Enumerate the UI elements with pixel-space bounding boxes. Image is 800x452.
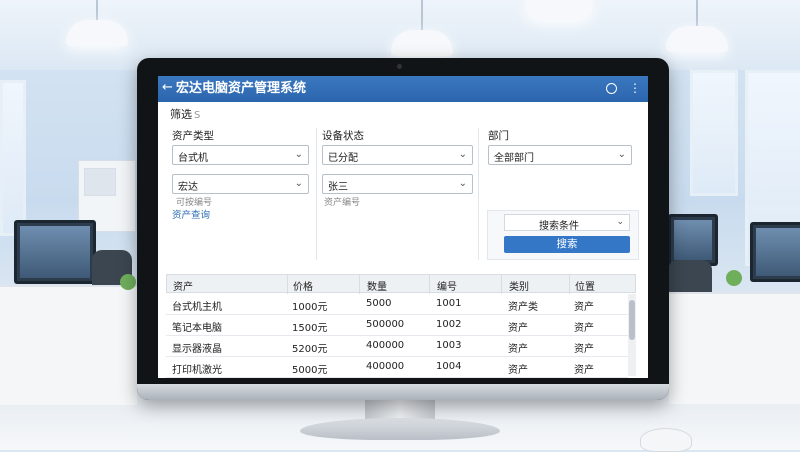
window <box>0 80 26 236</box>
app-screen: ← 宏达电脑资产管理系统 ⋮ 筛选 S 资产类型 台式机 ⌄ 宏达 ⌄ 可按编号 … <box>158 76 648 378</box>
table-cell: 资产 <box>574 365 594 376</box>
refresh-circle-icon[interactable] <box>606 83 617 94</box>
more-menu-icon[interactable]: ⋮ <box>629 81 641 95</box>
chevron-down-icon: ⌄ <box>294 178 303 189</box>
ceiling-lamp <box>524 0 594 20</box>
table-cell: 1003 <box>436 340 462 351</box>
search-criteria-select[interactable]: 搜索条件 ⌄ <box>504 214 630 232</box>
table-cell: 资产 <box>574 302 594 313</box>
table-cell: 资产 <box>574 344 594 355</box>
table-cell: 资产 <box>508 344 528 355</box>
background-monitor <box>14 220 96 284</box>
column-header[interactable]: 类别 <box>509 278 529 293</box>
field-label-asset-type: 资产类型 <box>172 130 214 142</box>
table-cell: 资产 <box>508 323 528 334</box>
column-header[interactable]: 价格 <box>293 278 313 293</box>
field-label-status: 设备状态 <box>322 130 364 142</box>
background-monitor <box>668 214 718 266</box>
ceiling-lamp <box>66 20 128 46</box>
scrollbar-thumb[interactable] <box>629 300 635 340</box>
lamp-wire <box>421 0 423 30</box>
status-value: 已分配 <box>328 153 358 164</box>
chevron-down-icon: ⌄ <box>617 149 626 160</box>
field-label-department: 部门 <box>488 130 509 142</box>
table-row[interactable]: 笔记本电脑 1500元 500000 1002 资产 资产 <box>166 315 628 336</box>
potted-plant <box>120 274 136 290</box>
search-button[interactable]: 搜索 <box>504 236 630 253</box>
column-separator <box>429 275 430 294</box>
filter-heading: 筛选 S <box>170 106 200 122</box>
filter-title: 筛选 <box>170 108 192 121</box>
asset-type-value: 台式机 <box>178 153 208 164</box>
ceiling-lamp <box>666 26 728 52</box>
table-cell: 5000 <box>366 298 392 309</box>
department-value: 全部部门 <box>494 153 534 164</box>
column-separator <box>287 275 288 294</box>
table-header: 资产 价格 数量 编号 类别 位置 <box>166 274 636 294</box>
table-cell: 资产 <box>574 323 594 334</box>
table-cell: 400000 <box>366 361 405 372</box>
ceiling-lamp <box>391 30 453 56</box>
table-cell: 1004 <box>436 361 462 372</box>
column-header[interactable]: 数量 <box>367 278 387 293</box>
brand-select[interactable]: 宏达 ⌄ <box>172 174 309 194</box>
search-criteria-value: 搜索条件 <box>539 221 579 232</box>
department-select[interactable]: 全部部门 ⌄ <box>488 145 632 165</box>
column-header[interactable]: 资产 <box>173 278 193 293</box>
user-value: 张三 <box>328 182 348 193</box>
column-separator <box>569 275 570 294</box>
filter-subtitle: S <box>194 110 201 121</box>
lamp-wire <box>696 0 698 26</box>
brand-value: 宏达 <box>178 182 198 193</box>
chevron-down-icon: ⌄ <box>458 178 467 189</box>
shelf-binders <box>84 168 116 196</box>
asset-query-link[interactable]: 资产查询 <box>172 207 210 221</box>
user-select[interactable]: 张三 ⌄ <box>322 174 473 194</box>
monitor-base <box>300 418 500 440</box>
table-row[interactable]: 显示器液晶 5200元 400000 1003 资产 资产 <box>166 336 628 357</box>
background-monitor <box>750 222 800 282</box>
table-cell: 1500元 <box>292 323 328 334</box>
table-cell: 5200元 <box>292 344 328 355</box>
column-separator <box>501 275 502 294</box>
table-cell: 显示器液晶 <box>172 344 222 355</box>
table-cell: 1001 <box>436 298 462 309</box>
column-divider <box>316 128 317 260</box>
table-cell: 打印机激光 <box>172 365 222 376</box>
table-cell: 1002 <box>436 319 462 330</box>
lamp-wire <box>96 0 98 22</box>
background-desk <box>0 285 137 407</box>
status-select[interactable]: 已分配 ⌄ <box>322 145 473 165</box>
app-titlebar: ← 宏达电脑资产管理系统 ⋮ <box>158 76 648 102</box>
computer-mouse <box>640 428 692 452</box>
table-cell: 台式机主机 <box>172 302 222 313</box>
table-cell: 1000元 <box>292 302 328 313</box>
back-arrow-icon[interactable]: ← <box>162 80 173 96</box>
chevron-down-icon: ⌄ <box>458 149 467 160</box>
asset-type-select[interactable]: 台式机 ⌄ <box>172 145 309 165</box>
table-cell: 资产类 <box>508 302 538 313</box>
chevron-down-icon: ⌄ <box>294 149 303 160</box>
column-header[interactable]: 位置 <box>575 278 595 293</box>
app-title: 宏达电脑资产管理系统 <box>176 81 307 96</box>
column-divider <box>478 128 479 260</box>
table-cell: 500000 <box>366 319 405 330</box>
potted-plant <box>726 270 742 286</box>
column-header[interactable]: 编号 <box>437 278 457 293</box>
table-row[interactable]: 台式机主机 1000元 5000 1001 资产类 资产 <box>166 294 628 315</box>
table-row[interactable]: 打印机激光 5000元 400000 1004 资产 资产 <box>166 357 628 378</box>
monitor-chin <box>137 384 669 400</box>
hint-text: 资产编号 <box>324 198 361 208</box>
table-cell: 400000 <box>366 340 405 351</box>
window <box>690 70 738 196</box>
table-cell: 笔记本电脑 <box>172 323 222 334</box>
table-cell: 资产 <box>508 365 528 376</box>
column-separator <box>359 275 360 294</box>
table-cell: 5000元 <box>292 365 328 376</box>
chevron-down-icon: ⌄ <box>616 217 624 227</box>
webcam-icon <box>397 64 402 69</box>
background-desk <box>669 292 800 404</box>
